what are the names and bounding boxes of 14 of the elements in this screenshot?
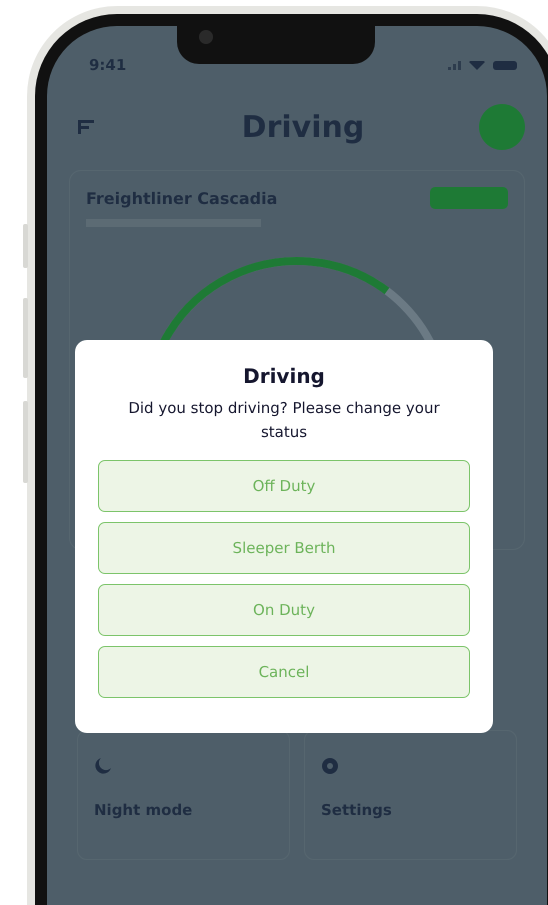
status-option-button[interactable]: On Duty: [98, 584, 470, 636]
settings-icon: [321, 757, 339, 775]
menu-icon[interactable]: [77, 118, 97, 136]
status-option-button[interactable]: Sleeper Berth: [98, 522, 470, 574]
status-option-button[interactable]: Cancel: [98, 646, 470, 698]
camera-icon: [199, 30, 213, 44]
dialog-title: Driving: [242, 364, 326, 388]
moon-icon: [94, 757, 112, 775]
signal-icon: [448, 60, 461, 70]
wifi-icon: [469, 60, 485, 70]
dialog-message: Did you stop driving? Please change your status: [127, 398, 441, 443]
status-option-button[interactable]: Off Duty: [98, 460, 470, 512]
avatar-circle[interactable]: [479, 104, 525, 150]
battery-icon: [493, 60, 517, 70]
